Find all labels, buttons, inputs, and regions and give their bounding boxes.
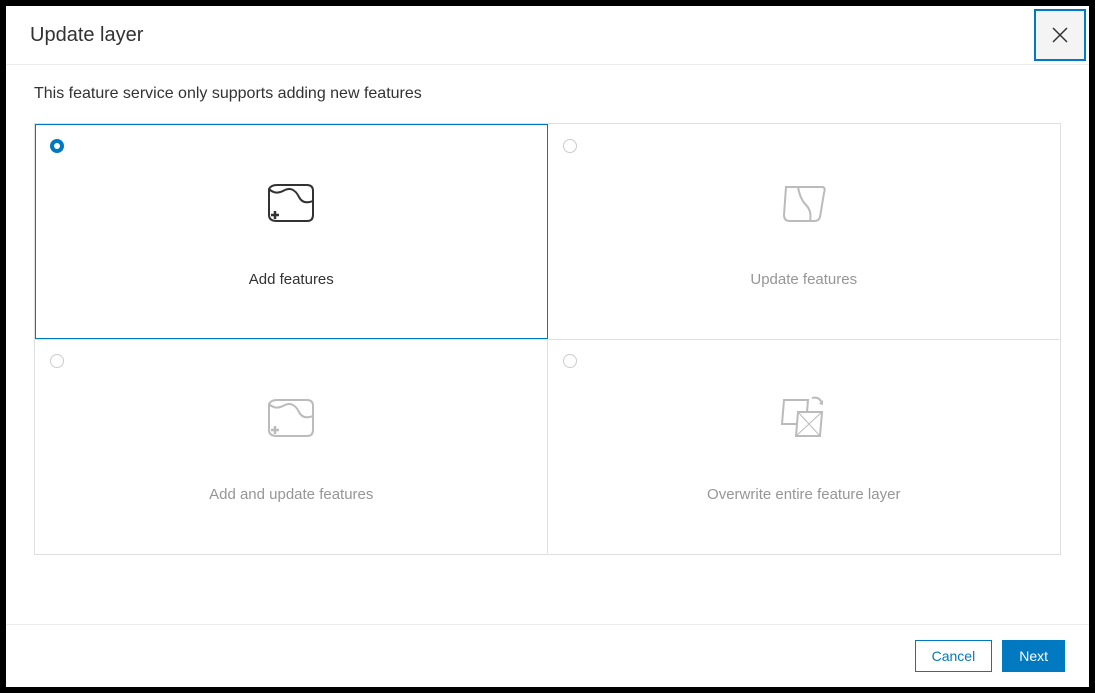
close-button[interactable] — [1034, 9, 1086, 61]
radio-selected — [50, 139, 64, 153]
option-overwrite-layer[interactable]: Overwrite entire feature layer — [548, 339, 1061, 554]
modal-body: This feature service only supports addin… — [6, 65, 1089, 625]
option-label: Update features — [750, 271, 857, 288]
radio-unselected — [563, 139, 577, 153]
update-layer-modal: Update layer This feature service only s… — [6, 6, 1089, 687]
add-features-icon — [261, 175, 321, 231]
modal-footer: Cancel Next — [6, 625, 1089, 687]
cancel-button[interactable]: Cancel — [915, 640, 993, 672]
option-label: Overwrite entire feature layer — [707, 486, 900, 503]
option-update-features[interactable]: Update features — [548, 124, 1061, 339]
modal-description: This feature service only supports addin… — [34, 85, 1061, 103]
option-label: Add and update features — [209, 486, 373, 503]
option-add-features[interactable]: Add features — [35, 124, 548, 339]
next-button[interactable]: Next — [1002, 640, 1065, 672]
option-label: Add features — [249, 271, 334, 288]
option-grid: Add features Update features — [34, 123, 1061, 555]
radio-unselected — [563, 354, 577, 368]
overwrite-layer-icon — [774, 390, 834, 446]
add-update-features-icon — [261, 390, 321, 446]
modal-title: Update layer — [30, 24, 143, 47]
modal-header: Update layer — [6, 6, 1089, 65]
update-features-icon — [774, 175, 834, 231]
close-icon — [1051, 26, 1069, 44]
radio-unselected — [50, 354, 64, 368]
option-add-update-features[interactable]: Add and update features — [35, 339, 548, 554]
